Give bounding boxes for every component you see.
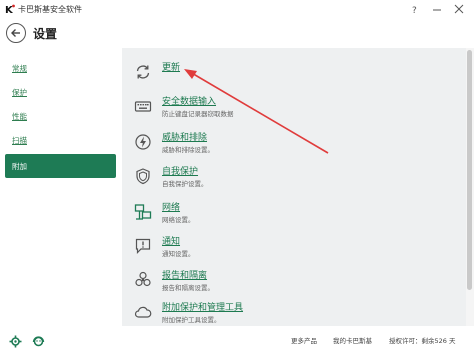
secure-input-link[interactable]: 安全数据输入 — [162, 94, 216, 107]
sidebar-item-general[interactable]: 常规 — [5, 56, 116, 80]
reports-quarantine-description: 报告和隔离设置。 — [162, 284, 214, 292]
notifications-link[interactable]: 通知 — [162, 234, 180, 247]
sidebar-item-scan[interactable]: 扫描 — [5, 128, 116, 152]
threats-link[interactable]: 威胁和排除 — [162, 130, 207, 143]
sidebar-item-additional[interactable]: 附加 — [5, 154, 116, 178]
network-description: 网络设置。 — [162, 216, 195, 224]
refresh-icon — [134, 63, 152, 81]
shield-icon — [134, 167, 152, 185]
my-kaspersky-link[interactable]: 我的卡巴斯基 — [333, 335, 372, 345]
list-item-self-defense[interactable]: 自我保护 自我保护设置。 — [132, 162, 452, 194]
kaspersky-logo-icon: K — [5, 4, 15, 14]
more-products-link[interactable]: 更多产品 — [291, 335, 317, 345]
page-title: 设置 — [33, 26, 58, 41]
sidebar-item-protection[interactable]: 保护 — [5, 80, 116, 104]
minimize-button[interactable] — [426, 0, 448, 18]
reports-quarantine-link[interactable]: 报告和隔离 — [162, 268, 207, 281]
gear-icon[interactable] — [9, 333, 22, 348]
scrollbar[interactable] — [466, 48, 474, 326]
window-title: 卡巴斯基安全软件 — [18, 4, 82, 14]
support-agent-icon[interactable] — [32, 333, 45, 347]
list-item-notifications[interactable]: 通知 通知设置。 — [132, 232, 452, 264]
update-link[interactable]: 更新 — [162, 60, 180, 73]
window-controls: ? — [404, 0, 470, 18]
settings-header: 设置 — [0, 18, 474, 48]
footer: 更多产品 我的卡巴斯基 授权许可：剩余526 天 — [0, 326, 474, 353]
back-button[interactable] — [6, 23, 26, 43]
additional-tools-description: 附加保护工具设置。 — [162, 316, 221, 324]
license-link[interactable]: 授权许可：剩余526 天 — [389, 335, 455, 345]
secure-input-description: 防止键盘记录器窃取数据 — [162, 110, 234, 118]
svg-text:?: ? — [412, 6, 417, 14]
help-button[interactable]: ? — [404, 0, 426, 18]
title-bar: K 卡巴斯基安全软件 ? — [0, 0, 474, 18]
network-icon — [134, 203, 152, 221]
sidebar: 常规 保护 性能 扫描 附加 — [0, 48, 122, 326]
additional-tools-link[interactable]: 附加保护和管理工具 — [162, 300, 243, 313]
close-button[interactable] — [448, 0, 470, 18]
scrollbar-thumb[interactable] — [467, 50, 472, 290]
cloud-icon — [134, 303, 152, 321]
list-item-update[interactable]: 更新 — [132, 58, 452, 90]
list-item-reports-quarantine[interactable]: 报告和隔离 报告和隔离设置。 — [132, 266, 452, 298]
keyboard-icon — [134, 97, 152, 115]
threats-description: 威胁和排除设置。 — [162, 146, 214, 154]
lightning-icon — [134, 133, 152, 151]
self-defense-description: 自我保护设置。 — [162, 180, 208, 188]
list-item-network[interactable]: 网络 网络设置。 — [132, 198, 452, 230]
list-item-threats[interactable]: 威胁和排除 威胁和排除设置。 — [132, 128, 452, 160]
list-item-secure-input[interactable]: 安全数据输入 防止键盘记录器窃取数据 — [132, 92, 452, 124]
self-defense-link[interactable]: 自我保护 — [162, 164, 198, 177]
notifications-description: 通知设置。 — [162, 250, 195, 258]
arrow-left-icon — [11, 29, 20, 37]
settings-panel: 更新 安全数据输入 防止键盘记录器窃取数据 威胁和排除 威胁和排除设置。 自我保… — [122, 48, 466, 326]
network-link[interactable]: 网络 — [162, 200, 180, 213]
sidebar-item-performance[interactable]: 性能 — [5, 104, 116, 128]
speech-bubble-icon — [134, 237, 152, 255]
biohazard-icon — [134, 271, 152, 289]
